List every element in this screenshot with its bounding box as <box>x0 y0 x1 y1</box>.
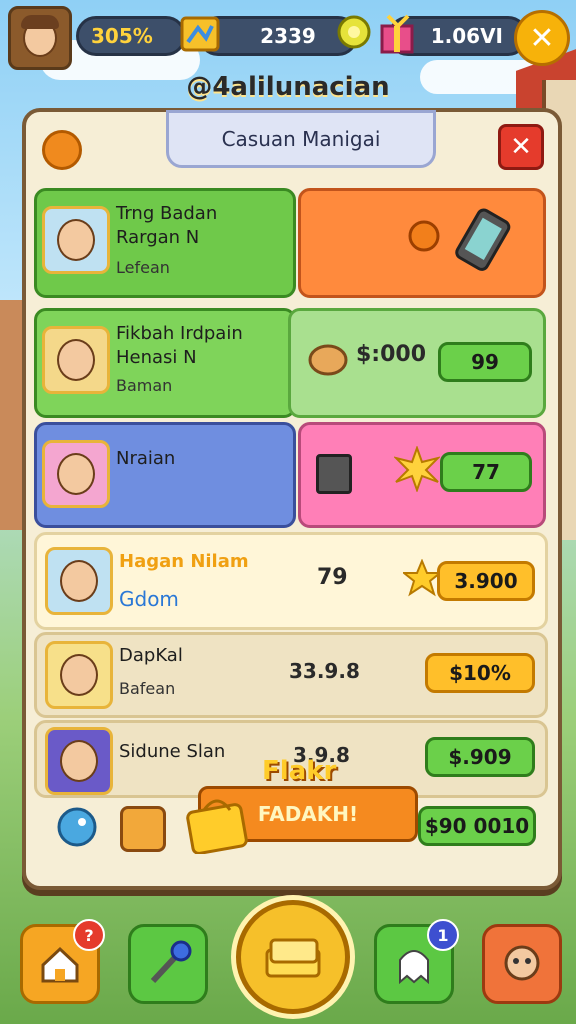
avatar <box>42 326 110 394</box>
star-burst-icon <box>394 446 440 492</box>
row-name: Trng Badan Rargan N <box>116 203 218 248</box>
top-bar: 305% 2339 1.06VI ✕ <box>8 6 570 70</box>
promo-badge[interactable]: Flakr FADAKH! <box>184 748 418 854</box>
star-icon <box>403 559 441 597</box>
gear-icon[interactable] <box>42 130 82 170</box>
row-name: DapKal <box>119 645 183 666</box>
buy-button-label: 99 <box>471 350 499 374</box>
panel-close-button[interactable]: ✕ <box>498 124 544 170</box>
row-subtitle: Baman <box>116 376 173 395</box>
row-price: $:000 <box>356 342 427 367</box>
buy-button-label: 77 <box>472 460 500 484</box>
home-icon <box>41 946 79 983</box>
list-item[interactable]: Hagan Nilam Gdom 79 3.900 <box>34 532 548 630</box>
hint-bulb-icon[interactable] <box>332 12 376 56</box>
row-subtitle: Lefean <box>116 258 170 277</box>
buy-button[interactable]: $.909 <box>425 737 535 777</box>
bottom-nav: ? 1 <box>0 900 576 1024</box>
avatar-face-icon <box>21 15 59 57</box>
panel-title: Casuan Manigai <box>166 110 436 168</box>
row-name: Nraian <box>116 448 176 469</box>
promo-banner-text: FADAKH! <box>257 802 359 826</box>
bulb-icon <box>408 220 440 252</box>
wand-icon <box>150 940 192 984</box>
shop-button[interactable] <box>236 900 350 1014</box>
blue-bird-icon <box>57 807 97 847</box>
list-item[interactable]: Trng Badan Rargan N Lefean <box>34 188 546 298</box>
cash-stack-icon <box>265 938 321 978</box>
row-subtitle: Gdom <box>119 587 179 611</box>
character-icon <box>504 945 540 981</box>
promo-title: Flakr <box>262 756 337 786</box>
buy-button-label: 3.900 <box>454 569 518 593</box>
progress-percent: 305% <box>76 16 186 56</box>
screen-subtitle: @4alilunacian <box>186 72 390 102</box>
shopping-bag-icon <box>186 799 248 854</box>
profile-button[interactable] <box>482 924 562 1004</box>
buy-button[interactable]: 99 <box>438 342 532 382</box>
avatar <box>42 440 110 508</box>
buy-button-label: $10% <box>449 661 511 685</box>
avatar <box>45 641 113 709</box>
list-item[interactable]: Fikbah Irdpain Henasi N Baman $:000 99 <box>34 308 546 418</box>
card-icon <box>316 454 352 494</box>
gem-count: 1.06VI <box>430 24 503 48</box>
home-button[interactable]: ? <box>20 919 105 1004</box>
notification-badge: 1 <box>427 919 459 951</box>
buy-button[interactable]: $90 0010 <box>418 806 536 846</box>
tools-button[interactable] <box>128 924 208 1004</box>
ghost-icon <box>399 950 429 985</box>
buy-button-label: $90 0010 <box>424 814 530 838</box>
avatar <box>45 547 113 615</box>
avatar <box>42 206 110 274</box>
buy-button-label: $.909 <box>448 745 512 769</box>
row-value: 79 <box>317 565 348 590</box>
avatar <box>45 727 113 795</box>
close-button[interactable]: ✕ <box>514 10 570 66</box>
row-value: 33.9.8 <box>289 659 360 683</box>
list-item[interactable]: Nraian 77 <box>34 422 546 528</box>
row-subtitle: Bafean <box>119 679 176 698</box>
snail-icon <box>308 344 348 376</box>
list-item[interactable]: DapKal Bafean 33.9.8 $10% <box>34 632 548 718</box>
gift-icon[interactable] <box>376 12 420 56</box>
notification-badge: ? <box>73 919 105 951</box>
coin-count: 2339 <box>260 24 316 48</box>
buy-button[interactable]: $10% <box>425 653 535 693</box>
row-name: Fikbah Irdpain Henasi N <box>116 323 243 368</box>
phone-icon <box>455 208 511 271</box>
cookie-icon <box>120 806 166 852</box>
row-name: Hagan Nilam <box>119 551 249 572</box>
buy-button[interactable]: 77 <box>440 452 532 492</box>
map-icon[interactable] <box>178 12 222 56</box>
buy-button[interactable]: 3.900 <box>437 561 535 601</box>
player-avatar[interactable] <box>8 6 72 70</box>
quests-button[interactable]: 1 <box>374 919 459 1004</box>
